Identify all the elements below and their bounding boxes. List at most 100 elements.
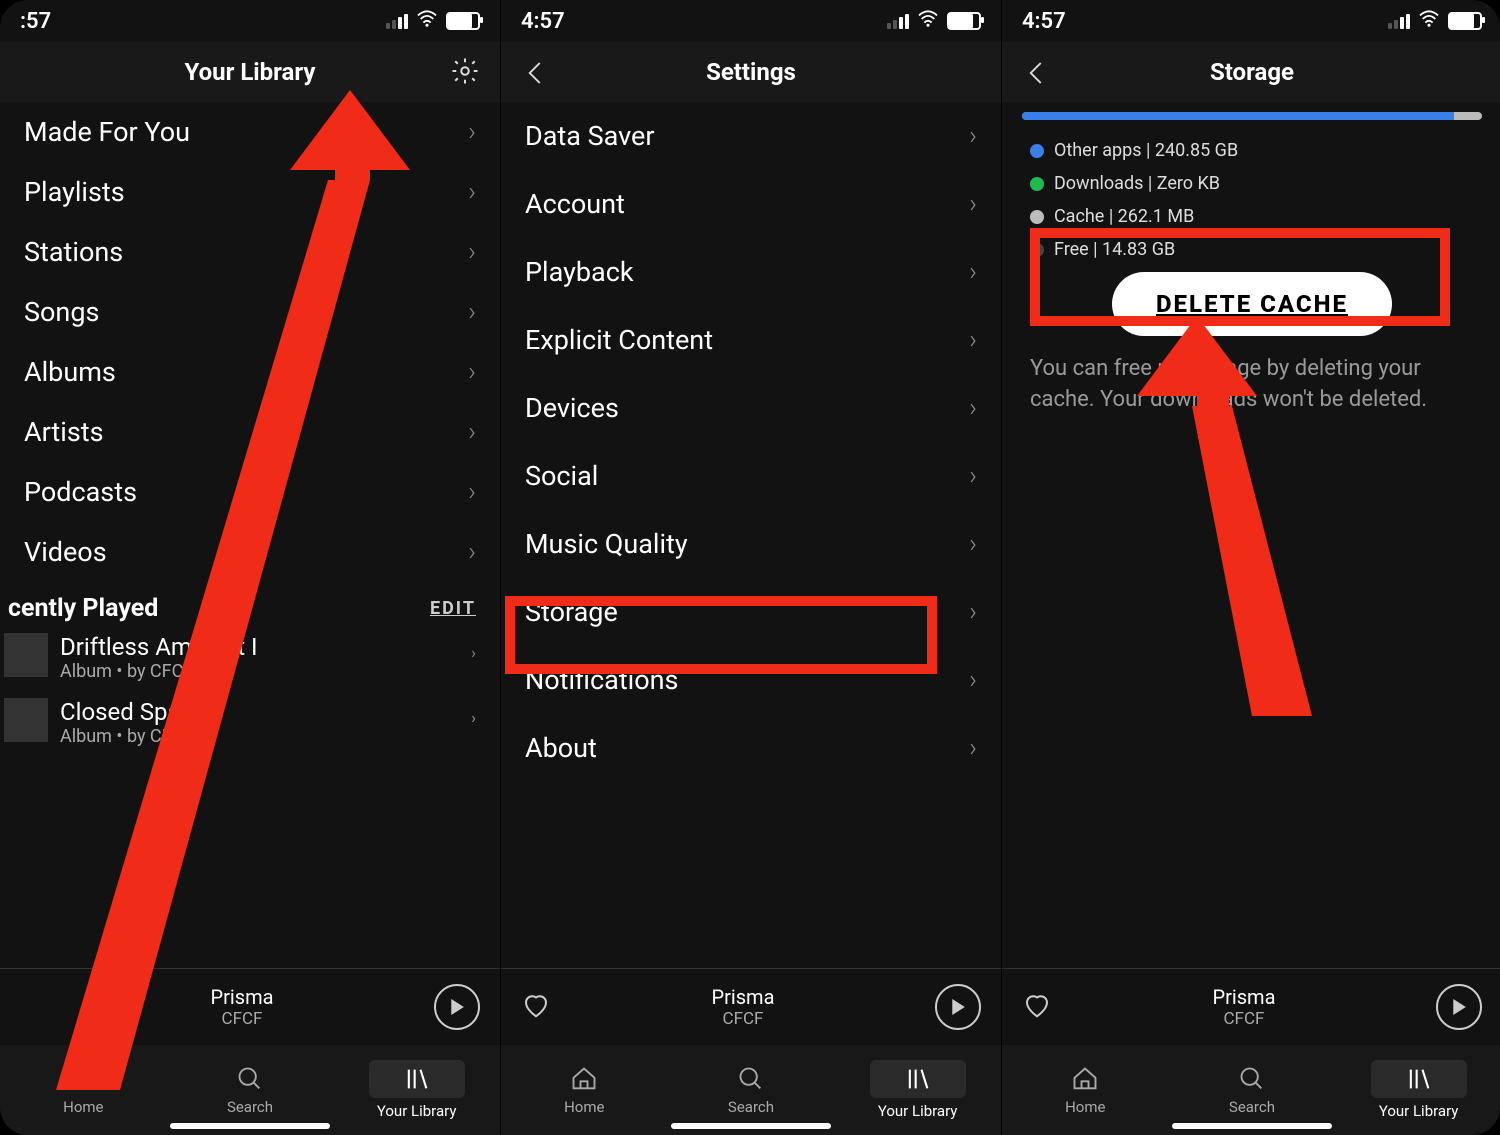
tab-home[interactable]: Home [1003, 1064, 1168, 1116]
gear-icon[interactable] [450, 56, 480, 90]
legend-text: Free | 14.83 GB [1054, 239, 1175, 260]
chevron-right-icon: › [471, 708, 476, 727]
chevron-right-icon: › [969, 121, 977, 151]
tab-bar: Home Search Your Library [0, 1045, 500, 1135]
battery-icon [446, 12, 480, 30]
tab-home[interactable]: Home [1, 1064, 166, 1116]
settings-row-label: Notifications [525, 664, 678, 696]
library-row[interactable]: Songs › [0, 282, 500, 342]
recent-title: Closed Space [60, 698, 476, 726]
library-row[interactable]: Albums› [0, 342, 500, 402]
now-playing-bar[interactable]: Prisma CFCF [1002, 968, 1500, 1045]
recent-subtitle: Album • by CFCF [60, 726, 476, 747]
settings-row[interactable]: About› [501, 714, 1001, 782]
status-time: 4:57 [1022, 9, 1066, 34]
tab-search[interactable]: Search [1169, 1064, 1334, 1116]
play-icon[interactable] [935, 984, 981, 1030]
page-title: Your Library [184, 58, 315, 86]
chevron-right-icon: › [468, 237, 476, 267]
chevron-right-icon: › [468, 297, 476, 327]
delete-cache-button[interactable]: DELETE CACHE [1112, 272, 1392, 336]
library-row-label: Made For You [24, 116, 190, 148]
settings-row[interactable]: Storage› [501, 578, 1001, 646]
edit-button[interactable]: EDIT [430, 598, 476, 619]
heart-icon[interactable] [521, 990, 551, 1024]
status-bar: 4:57 [1002, 0, 1500, 42]
recent-title: Driftless Ambient I [60, 633, 476, 661]
chevron-right-icon: › [471, 643, 476, 662]
album-thumb [4, 698, 48, 742]
settings-row[interactable]: Notifications › [501, 646, 1001, 714]
tab-home[interactable]: Home [502, 1064, 667, 1116]
tab-bar: Home Search Your Library [1002, 1045, 1500, 1135]
wifi-icon [917, 9, 939, 33]
library-row-label: Podcasts [24, 476, 137, 508]
home-indicator[interactable] [671, 1123, 831, 1129]
chevron-right-icon: › [969, 257, 977, 287]
screen-storage: 4:57 Storage Other apps | 240.85 GB Downl… [1002, 0, 1500, 1135]
settings-row-label: Data Saver [525, 120, 655, 152]
chevron-right-icon: › [969, 665, 977, 695]
settings-row-label: Devices [525, 392, 619, 424]
play-icon[interactable] [434, 984, 480, 1030]
settings-row[interactable]: Devices› [501, 374, 1001, 442]
wifi-icon [416, 9, 438, 33]
back-icon[interactable] [521, 58, 551, 92]
now-playing-artist: CFCF [1212, 1009, 1275, 1029]
settings-row[interactable]: Playback› [501, 238, 1001, 306]
recent-item[interactable]: Closed SpaceAlbum • by CFCF› [0, 692, 500, 757]
chevron-right-icon: › [468, 177, 476, 207]
tab-library[interactable]: Your Library [1336, 1060, 1500, 1120]
chevron-right-icon: › [468, 537, 476, 567]
battery-icon [947, 12, 981, 30]
recent-item[interactable]: Driftless Ambient IAlbum • by CFCF› [0, 627, 500, 692]
library-row[interactable]: Podcasts› [0, 462, 500, 522]
recently-played-heading: cently Played EDIT [0, 582, 500, 627]
settings-row[interactable]: Data Saver › [501, 102, 1001, 170]
chevron-right-icon: › [969, 597, 977, 627]
library-row-label: Songs [24, 296, 99, 328]
tab-search[interactable]: Search [167, 1064, 332, 1116]
legend-text: Cache | 262.1 MB [1054, 206, 1194, 227]
chevron-right-icon: › [969, 325, 977, 355]
page-title: Storage [1210, 58, 1294, 86]
status-time: :57 [20, 9, 51, 34]
settings-row[interactable]: Account› [501, 170, 1001, 238]
now-playing-bar[interactable]: Prisma CFCF [0, 968, 500, 1045]
chevron-right-icon: › [468, 417, 476, 447]
header: Storage [1002, 42, 1500, 102]
settings-row[interactable]: Explicit Content› [501, 306, 1001, 374]
storage-legend-row: Free | 14.83 GB [1002, 233, 1500, 266]
legend-text: Other apps | 240.85 GB [1054, 140, 1238, 161]
cellular-icon [887, 14, 909, 29]
library-row[interactable]: Playlists› [0, 162, 500, 222]
home-indicator[interactable] [1172, 1123, 1332, 1129]
library-row[interactable]: Stations› [0, 222, 500, 282]
library-row[interactable]: Artists› [0, 402, 500, 462]
heart-icon[interactable] [1022, 990, 1052, 1024]
tab-search[interactable]: Search [668, 1064, 833, 1116]
settings-row[interactable]: Music Quality › [501, 510, 1001, 578]
chevron-right-icon: › [969, 529, 977, 559]
settings-list: Data Saver › Account›Playback›Explicit Con… [501, 102, 1001, 968]
cellular-icon [1388, 14, 1410, 29]
legend-text: Downloads | Zero KB [1054, 173, 1220, 194]
tab-library[interactable]: Your Library [334, 1060, 499, 1120]
wifi-icon [1418, 9, 1440, 33]
screen-settings: 4:57 Settings Data Saver›Account›Playbac… [501, 0, 1002, 1135]
library-row-label: Videos [24, 536, 107, 568]
header: Settings [501, 42, 1001, 102]
now-playing-bar[interactable]: Prisma CFCF [501, 968, 1001, 1045]
tab-library[interactable]: Your Library [835, 1060, 1000, 1120]
settings-row-label: Music Quality [525, 528, 688, 560]
settings-row[interactable]: Social› [501, 442, 1001, 510]
settings-row-label: Social [525, 460, 598, 492]
legend-dot [1030, 177, 1044, 191]
home-indicator[interactable] [170, 1123, 330, 1129]
chevron-right-icon: › [468, 117, 476, 147]
back-icon[interactable] [1022, 58, 1052, 92]
library-row[interactable]: Videos › [0, 522, 500, 582]
play-icon[interactable] [1436, 984, 1482, 1030]
library-row-label: Albums [24, 356, 116, 388]
library-row[interactable]: Made For You › [0, 102, 500, 162]
